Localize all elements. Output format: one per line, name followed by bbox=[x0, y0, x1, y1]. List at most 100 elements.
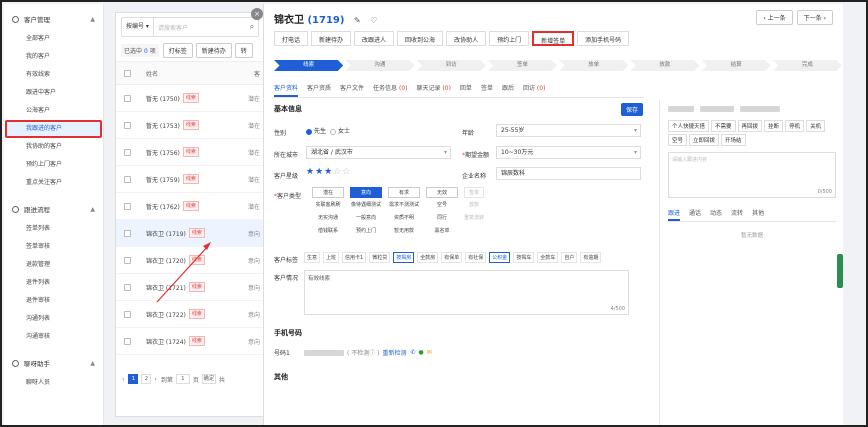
sidebar-item-return-audit[interactable]: 退件审核 bbox=[4, 292, 103, 310]
table-row[interactable]: 锦衣卫 (1724) 线索 意向 bbox=[116, 328, 264, 355]
detail-tab[interactable]: 聊天记录 (0) bbox=[416, 82, 450, 97]
customer-type-option[interactable]: 重复流转 bbox=[464, 213, 484, 224]
sidebar-item-focus[interactable]: 重点关注客户 bbox=[4, 174, 103, 192]
customer-type-option[interactable]: 有求 bbox=[388, 187, 420, 198]
quick-tag[interactable]: 不需要 bbox=[711, 120, 736, 132]
save-button[interactable]: 保存 bbox=[621, 103, 644, 116]
prev-page-icon[interactable]: ‹ bbox=[122, 376, 124, 383]
customer-tag[interactable]: 有逾期 bbox=[580, 252, 602, 263]
row-checkbox[interactable] bbox=[124, 310, 131, 318]
sidebar-item-all[interactable]: 全部客户 bbox=[4, 30, 103, 48]
quick-tag[interactable]: 空号 bbox=[668, 134, 688, 146]
customer-tag[interactable]: 全款车 bbox=[537, 252, 559, 263]
age-select[interactable]: 25-55岁 ▾ bbox=[496, 124, 641, 137]
notes-textarea[interactable]: 有效线索 4/500 bbox=[304, 270, 629, 315]
new-todo-button[interactable]: 新建待办 bbox=[195, 42, 232, 58]
customer-tag[interactable]: 有保单 bbox=[441, 252, 463, 263]
followup-tab[interactable]: 流转 bbox=[731, 208, 743, 221]
change-follower-button[interactable]: 改跟进人 bbox=[354, 31, 395, 46]
quick-tag[interactable]: 停机 bbox=[785, 120, 805, 132]
row-checkbox[interactable] bbox=[124, 229, 131, 237]
quick-tag[interactable]: 关机 bbox=[806, 120, 826, 132]
quick-tag[interactable]: 再回拨 bbox=[737, 120, 763, 132]
customer-type-option[interactable]: 意向 bbox=[350, 187, 382, 198]
quick-tag[interactable]: 立即回拨 bbox=[689, 134, 720, 146]
detail-tab[interactable]: 客户资质 bbox=[307, 82, 331, 97]
customer-tag[interactable]: 全款房 bbox=[417, 252, 439, 263]
followup-tab[interactable]: 其他 bbox=[752, 208, 764, 221]
wechat-icon[interactable]: ● bbox=[419, 349, 424, 356]
search-field-select[interactable]: 按编号 ▾ bbox=[122, 18, 154, 36]
company-input[interactable]: 锦辰数科 bbox=[496, 167, 641, 180]
detail-tab[interactable]: 客户资料 bbox=[274, 82, 299, 97]
row-checkbox[interactable] bbox=[124, 94, 131, 102]
detail-tab[interactable]: 客户文件 bbox=[340, 82, 364, 97]
next-record-button[interactable]: 下一条 › bbox=[796, 10, 833, 25]
sidebar-item-sign-audit[interactable]: 签单审核 bbox=[4, 238, 103, 256]
detail-tab[interactable]: 跟后 bbox=[502, 82, 514, 97]
phone-icon[interactable]: ✆ bbox=[411, 349, 416, 356]
stage-step[interactable]: 放单 bbox=[559, 60, 629, 71]
customer-type-option[interactable]: 无效 bbox=[426, 187, 458, 198]
prev-record-button[interactable]: ‹ 上一条 bbox=[756, 10, 793, 25]
table-row[interactable]: 暂无 (1759) 线索 潜在 bbox=[116, 166, 264, 193]
row-checkbox[interactable] bbox=[124, 337, 131, 345]
customer-type-option[interactable]: 资质不明 bbox=[388, 213, 420, 224]
customer-tag[interactable]: 微粒贷 bbox=[369, 252, 391, 263]
stage-step[interactable]: 到访 bbox=[416, 60, 486, 71]
gender-male-radio[interactable]: 先生 bbox=[306, 126, 326, 135]
sidebar-item-return-list[interactable]: 退件列表 bbox=[4, 274, 103, 292]
customer-type-option[interactable]: 空号 bbox=[426, 200, 458, 211]
search-icon[interactable]: ⌕ bbox=[246, 22, 258, 32]
change-assistant-button[interactable]: 改协助人 bbox=[446, 31, 487, 46]
goto-input[interactable]: 1 bbox=[175, 374, 190, 384]
search-input[interactable]: 请搜索客户 bbox=[154, 23, 246, 32]
customer-type-option[interactable]: 预约上门 bbox=[350, 226, 382, 237]
sidebar-item-comm-audit[interactable]: 沟通审核 bbox=[4, 328, 103, 346]
customer-tag[interactable]: 生意 bbox=[304, 252, 321, 263]
table-row[interactable]: 暂无 (1756) 线索 潜在 bbox=[116, 139, 264, 166]
stage-step[interactable]: 签单 bbox=[487, 60, 557, 71]
customer-tag[interactable]: 有社保 bbox=[465, 252, 487, 263]
customer-type-option[interactable]: 签单 bbox=[464, 187, 484, 198]
stage-step[interactable]: 沟通 bbox=[345, 60, 415, 71]
row-checkbox[interactable] bbox=[124, 175, 131, 183]
detail-tab[interactable]: 签单 bbox=[481, 82, 493, 97]
stage-step[interactable]: 完成 bbox=[772, 60, 842, 71]
customer-type-option[interactable]: 放款 bbox=[464, 200, 484, 211]
customer-type-option[interactable]: 无实沟通 bbox=[312, 213, 344, 224]
customer-tag[interactable]: 自户 bbox=[561, 252, 578, 263]
followup-tab[interactable]: 跟进 bbox=[668, 208, 681, 221]
followup-textarea[interactable]: 请输入跟进内容 0/500 bbox=[668, 152, 836, 198]
sidebar-group-customer[interactable]: 客户管理 ▲ bbox=[4, 8, 103, 30]
sidebar-item-assistant-staff[interactable]: 聊呀人员 bbox=[4, 374, 103, 392]
table-row[interactable]: 锦衣卫 (1722) 线索 意向 bbox=[116, 301, 264, 328]
customer-type-option[interactable]: 黑名单 bbox=[426, 226, 458, 237]
amount-select[interactable]: 10~30万元 ▾ bbox=[496, 146, 641, 159]
detail-tab[interactable]: 回单 bbox=[460, 82, 472, 97]
gender-female-radio[interactable]: 女士 bbox=[330, 126, 350, 135]
sidebar-item-mine[interactable]: 我的客户 bbox=[4, 48, 103, 66]
stage-step[interactable]: 放款 bbox=[630, 60, 700, 71]
customer-tag[interactable]: 按揭房 bbox=[393, 252, 415, 263]
sidebar-item-my-followed[interactable]: 我跟进的客户 bbox=[5, 120, 102, 138]
table-row[interactable]: 锦衣卫 (1720) 线索 意向 bbox=[116, 247, 264, 274]
stage-step[interactable]: 结算 bbox=[701, 60, 771, 71]
sidebar-group-assistant[interactable]: 聊呀助手 ▲ bbox=[4, 352, 103, 374]
sidebar-item-refund[interactable]: 退款管理 bbox=[4, 256, 103, 274]
transfer-button[interactable]: 转 bbox=[234, 42, 253, 58]
quick-tag[interactable]: 开场结 bbox=[721, 134, 746, 146]
table-row[interactable]: 暂无 (1750) 线索 潜在 bbox=[116, 85, 264, 112]
close-icon[interactable]: × bbox=[251, 8, 263, 20]
sidebar-item-public[interactable]: 公海客户 bbox=[4, 102, 103, 120]
table-row[interactable]: 暂无 (1762) 线索 潜在 bbox=[116, 193, 264, 220]
table-row[interactable]: 锦衣卫 (1721) 线索 意向 bbox=[116, 274, 264, 301]
add-phone-button[interactable]: 添加手机号码 bbox=[577, 31, 630, 46]
sidebar-item-visit[interactable]: 预约上门客户 bbox=[4, 156, 103, 174]
customer-type-option[interactable]: 需求不测测试 bbox=[388, 200, 420, 211]
customer-tag[interactable]: 上班 bbox=[323, 252, 340, 263]
city-select[interactable]: 湖北省 / 武汉市 ▾ bbox=[306, 146, 451, 159]
row-checkbox[interactable] bbox=[124, 121, 131, 129]
sidebar-group-flow[interactable]: 跟进流程 ▲ bbox=[4, 198, 103, 220]
detail-tab[interactable]: 任务信息 (0) bbox=[373, 82, 407, 97]
